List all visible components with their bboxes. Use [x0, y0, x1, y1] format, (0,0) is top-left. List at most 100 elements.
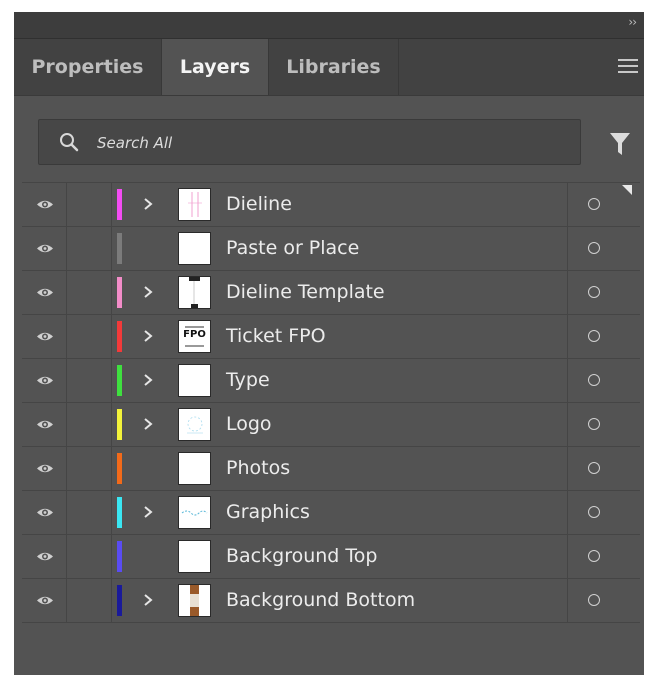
- layer-color-swatch: [117, 321, 122, 352]
- target-toggle[interactable]: [567, 447, 640, 490]
- target-circle-icon: [588, 198, 600, 210]
- target-toggle[interactable]: [567, 271, 640, 314]
- layer-row[interactable]: Dieline: [22, 183, 640, 227]
- visibility-toggle[interactable]: [22, 447, 67, 490]
- expand-chevron-icon[interactable]: [140, 324, 156, 348]
- layer-color-swatch: [117, 233, 122, 264]
- eye-icon: [37, 420, 53, 429]
- lock-toggle[interactable]: [67, 271, 112, 314]
- lock-toggle[interactable]: [67, 359, 112, 402]
- tab-libraries[interactable]: Libraries: [269, 39, 399, 95]
- layer-name[interactable]: Logo: [226, 403, 272, 446]
- layer-row[interactable]: Background Bottom: [22, 579, 640, 623]
- expand-chevron-icon[interactable]: [140, 368, 156, 392]
- visibility-toggle[interactable]: [22, 579, 67, 622]
- search-input[interactable]: [95, 128, 569, 158]
- eye-icon: [37, 596, 53, 605]
- layer-thumbnail: [178, 452, 211, 485]
- target-toggle[interactable]: [567, 359, 640, 402]
- filter-icon[interactable]: [610, 133, 630, 155]
- target-toggle[interactable]: [567, 403, 640, 446]
- layer-row[interactable]: Photos: [22, 447, 640, 491]
- search-icon: [60, 133, 79, 152]
- tab-properties[interactable]: Properties: [14, 39, 162, 95]
- expand-chevron-icon[interactable]: [140, 412, 156, 436]
- visibility-toggle[interactable]: [22, 183, 67, 226]
- target-toggle[interactable]: [567, 315, 640, 358]
- layer-name[interactable]: Type: [226, 359, 270, 402]
- eye-icon: [37, 464, 53, 473]
- thumbnail-fpo-text: FPO: [183, 329, 206, 340]
- eye-icon: [37, 376, 53, 385]
- target-toggle[interactable]: [567, 491, 640, 534]
- layer-row[interactable]: Background Top: [22, 535, 640, 579]
- layer-thumbnail: [178, 232, 211, 265]
- lock-toggle[interactable]: [67, 535, 112, 578]
- expand-chevron-icon[interactable]: [140, 280, 156, 304]
- visibility-toggle[interactable]: [22, 403, 67, 446]
- target-circle-icon: [588, 594, 600, 606]
- layer-thumbnail: [178, 584, 211, 617]
- target-circle-icon: [588, 286, 600, 298]
- layer-color-swatch: [117, 497, 122, 528]
- layer-color-swatch: [117, 277, 122, 308]
- layer-color-swatch: [117, 453, 122, 484]
- layer-row[interactable]: Graphics: [22, 491, 640, 535]
- lock-toggle[interactable]: [67, 491, 112, 534]
- lock-toggle[interactable]: [67, 183, 112, 226]
- layer-color-swatch: [117, 189, 122, 220]
- layer-color-swatch: [117, 541, 122, 572]
- layer-name[interactable]: Ticket FPO: [226, 315, 326, 358]
- panel-tabs: Properties Layers Libraries: [14, 39, 644, 96]
- tab-layers[interactable]: Layers: [162, 39, 269, 95]
- layer-thumbnail: [178, 408, 211, 441]
- layer-row[interactable]: Paste or Place: [22, 227, 640, 271]
- visibility-toggle[interactable]: [22, 271, 67, 314]
- target-circle-icon: [588, 242, 600, 254]
- eye-icon: [37, 200, 53, 209]
- target-toggle[interactable]: [567, 535, 640, 578]
- panel-top-bar: ››: [14, 12, 644, 39]
- eye-icon: [37, 508, 53, 517]
- layer-row[interactable]: FPO Ticket FPO: [22, 315, 640, 359]
- search-box: [38, 119, 581, 165]
- expand-chevron-icon[interactable]: [140, 500, 156, 524]
- layer-name[interactable]: Dieline Template: [226, 271, 385, 314]
- lock-toggle[interactable]: [67, 447, 112, 490]
- layer-row[interactable]: Logo: [22, 403, 640, 447]
- layers-list: Dieline Paste or Place Dieline Template FPO…: [22, 182, 640, 623]
- layer-thumbnail: [178, 276, 211, 309]
- eye-icon: [37, 288, 53, 297]
- layer-name[interactable]: Background Top: [226, 535, 377, 578]
- expand-chevron-icon[interactable]: [140, 588, 156, 612]
- visibility-toggle[interactable]: [22, 535, 67, 578]
- target-toggle[interactable]: [567, 227, 640, 270]
- layer-row[interactable]: Type: [22, 359, 640, 403]
- target-toggle[interactable]: [567, 579, 640, 622]
- lock-toggle[interactable]: [67, 403, 112, 446]
- target-circle-icon: [588, 374, 600, 386]
- layer-thumbnail: [178, 496, 211, 529]
- collapse-panel-icon[interactable]: ››: [628, 15, 637, 29]
- layer-name[interactable]: Photos: [226, 447, 290, 490]
- visibility-toggle[interactable]: [22, 315, 67, 358]
- current-layer-indicator-icon: [622, 185, 632, 195]
- layer-name[interactable]: Paste or Place: [226, 227, 359, 270]
- visibility-toggle[interactable]: [22, 227, 67, 270]
- visibility-toggle[interactable]: [22, 359, 67, 402]
- lock-toggle[interactable]: [67, 315, 112, 358]
- visibility-toggle[interactable]: [22, 491, 67, 534]
- layer-thumbnail: [178, 540, 211, 573]
- layer-name[interactable]: Graphics: [226, 491, 310, 534]
- lock-toggle[interactable]: [67, 579, 112, 622]
- layer-row[interactable]: Dieline Template: [22, 271, 640, 315]
- expand-chevron-icon[interactable]: [140, 192, 156, 216]
- lock-toggle[interactable]: [67, 227, 112, 270]
- target-circle-icon: [588, 550, 600, 562]
- panel-menu-icon[interactable]: [618, 59, 638, 75]
- target-circle-icon: [588, 418, 600, 430]
- layers-panel: ›› Properties Layers Libraries DielinePa…: [14, 12, 644, 675]
- layer-color-swatch: [117, 585, 122, 616]
- layer-name[interactable]: Background Bottom: [226, 579, 415, 622]
- layer-name[interactable]: Dieline: [226, 183, 292, 226]
